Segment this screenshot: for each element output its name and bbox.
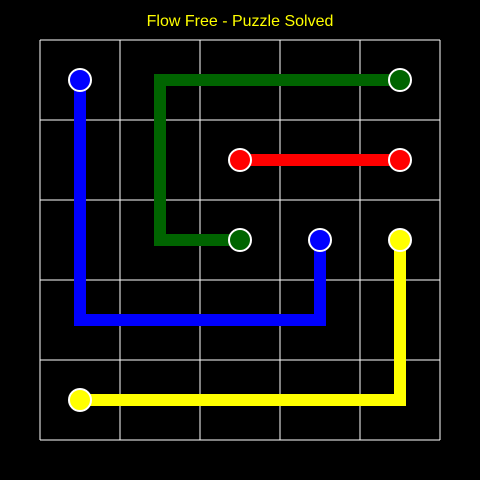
red-endpoint-dot[interactable] <box>228 148 252 172</box>
blue-endpoint-dot[interactable] <box>308 228 332 252</box>
blue-endpoint-dot[interactable] <box>68 68 92 92</box>
green-endpoint-dot[interactable] <box>228 228 252 252</box>
yellow-endpoint-dot[interactable] <box>388 228 412 252</box>
red-endpoint-dot[interactable] <box>388 148 412 172</box>
green-endpoint-dot[interactable] <box>388 68 412 92</box>
game-board[interactable] <box>0 0 480 480</box>
yellow-endpoint-dot[interactable] <box>68 388 92 412</box>
